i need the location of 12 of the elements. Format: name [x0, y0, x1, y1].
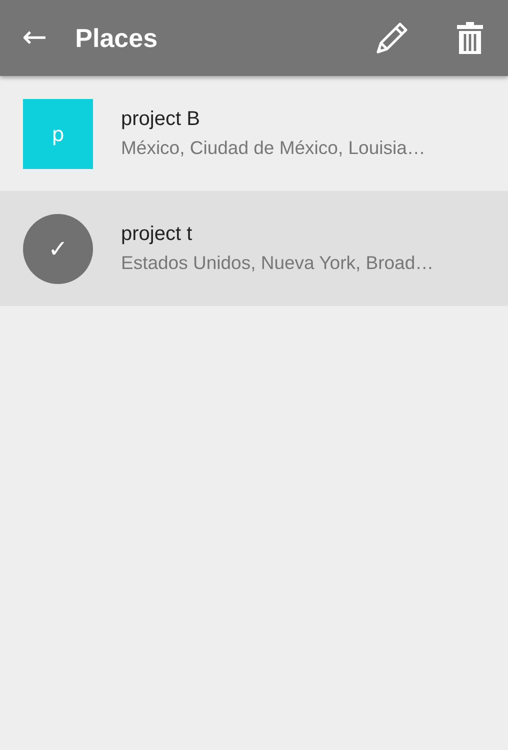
place-address: México, Ciudad de México, Louisia… — [121, 137, 426, 159]
place-title: project t — [121, 223, 194, 246]
place-item[interactable]: p project B México, Ciudad de México, Louisia… — [0, 76, 508, 191]
place-item[interactable]: ✓ project t Estados Unidos, Nueva York, Broad… — [0, 191, 508, 306]
avatar: p — [23, 98, 93, 168]
trash-icon[interactable] — [456, 21, 484, 55]
pencil-icon[interactable] — [374, 20, 410, 56]
back-button[interactable]: ← — [22, 23, 48, 53]
place-address: Estados Unidos, Nueva York, Broad… — [121, 252, 434, 274]
avatar: ✓ — [23, 214, 93, 284]
place-title: project B — [121, 108, 201, 131]
screen-title: Places — [75, 22, 158, 54]
